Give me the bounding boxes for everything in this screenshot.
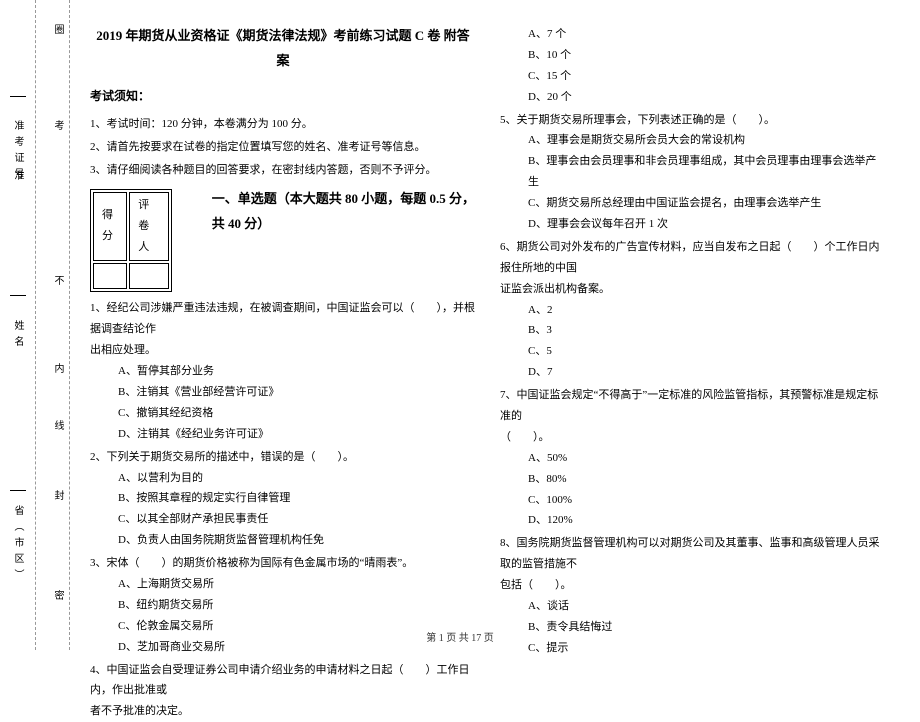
option-b: B、注销其《营业部经营许可证》 bbox=[90, 382, 476, 403]
question-2: 2、下列关于期货交易所的描述中，错误的是（ ）。 A、以营利为目的 B、按照其章… bbox=[90, 447, 476, 551]
question-stem: 证监会派出机构备案。 bbox=[500, 279, 886, 300]
page-body: 2019 年期货从业资格证《期货法律法规》考前练习试题 C 卷 附答案 考试须知… bbox=[80, 0, 920, 650]
option-b: B、理事会由会员理事和非会员理事组成，其中会员理事由理事会选举产生 bbox=[500, 151, 886, 193]
question-4: 4、中国证监会自受理证券公司申请介绍业务的申请材料之日起（ ）工作日内，作出批准… bbox=[90, 660, 476, 722]
score-section-row: 得分 评卷人 一、单选题（本大题共 80 小题，每题 0.5 分，共 40 分） bbox=[90, 183, 476, 297]
grader-cell-blank bbox=[129, 263, 168, 290]
sidebar-char-mi: 密 bbox=[50, 590, 65, 606]
question-stem: （ ）。 bbox=[500, 427, 886, 448]
option-c: C、期货交易所总经理由中国证监会提名，由理事会选举产生 bbox=[500, 193, 886, 214]
left-column: 2019 年期货从业资格证《期货法律法规》考前练习试题 C 卷 附答案 考试须知… bbox=[80, 0, 490, 650]
option-c: C、5 bbox=[500, 341, 886, 362]
score-cell-blank bbox=[93, 263, 127, 290]
option-a: A、暂停其部分业务 bbox=[90, 361, 476, 382]
sidebar-char-circle: 圈 bbox=[50, 24, 65, 40]
sidebar-blank-line bbox=[10, 96, 26, 97]
question-stem: 8、国务院期货监督管理机构可以对期货公司及其董事、监事和高级管理人员采取的监管措… bbox=[500, 533, 886, 575]
grader-cell-label: 评卷人 bbox=[129, 192, 168, 261]
notice-line: 2、请首先按要求在试卷的指定位置填写您的姓名、准考证号等信息。 bbox=[90, 137, 476, 158]
binding-fold-line bbox=[35, 0, 36, 650]
option-a: A、上海期货交易所 bbox=[90, 574, 476, 595]
score-table: 得分 评卷人 bbox=[90, 189, 172, 293]
question-stem: 4、中国证监会自受理证券公司申请介绍业务的申请材料之日起（ ）工作日内，作出批准… bbox=[90, 660, 476, 702]
option-c: C、100% bbox=[500, 490, 886, 511]
sidebar-blank-line bbox=[10, 490, 26, 491]
option-d: D、理事会会议每年召开 1 次 bbox=[500, 214, 886, 235]
notice-line: 1、考试时间：120 分钟，本卷满分为 100 分。 bbox=[90, 114, 476, 135]
option-d: D、120% bbox=[500, 510, 886, 531]
sidebar-blank-line bbox=[10, 295, 26, 296]
sidebar-char-kao: 考 bbox=[50, 120, 65, 136]
question-1: 1、经纪公司涉嫌严重违法违规，在被调查期间，中国证监会可以（ ），并根据调查结论… bbox=[90, 298, 476, 444]
sidebar-province-label: 省（市区） bbox=[10, 505, 25, 585]
sidebar-char-zhun: 准 bbox=[10, 170, 25, 186]
sidebar-char-nei: 内 bbox=[50, 363, 65, 379]
question-stem: 包括（ ）。 bbox=[500, 575, 886, 596]
notice-line: 3、请仔细阅读各种题目的回答要求，在密封线内答题，否则不予评分。 bbox=[90, 160, 476, 181]
sidebar-name-label: 姓名 bbox=[10, 320, 25, 352]
option-a: A、谈话 bbox=[500, 596, 886, 617]
binding-sidebar: 圈 准考证号 考 准 不 姓名 内 线 封 省（市区） 密 bbox=[0, 0, 70, 650]
option-b: B、10 个 bbox=[500, 45, 886, 66]
sidebar-char-feng: 封 bbox=[50, 490, 65, 506]
option-d: D、20 个 bbox=[500, 87, 886, 108]
question-5: 5、关于期货交易所理事会，下列表述正确的是（ ）。 A、理事会是期货交易所会员大… bbox=[500, 110, 886, 235]
question-6: 6、期货公司对外发布的广告宣传材料，应当自发布之日起（ ）个工作日内报住所地的中… bbox=[500, 237, 886, 383]
score-cell-label: 得分 bbox=[93, 192, 127, 261]
option-c: C、撤销其经纪资格 bbox=[90, 403, 476, 424]
option-c: C、15 个 bbox=[500, 66, 886, 87]
question-7: 7、中国证监会规定“不得高于”一定标准的风险监管指标，其预警标准是规定标准的 （… bbox=[500, 385, 886, 531]
option-a: A、7 个 bbox=[500, 24, 886, 45]
question-stem: 5、关于期货交易所理事会，下列表述正确的是（ ）。 bbox=[500, 110, 886, 131]
option-d: D、7 bbox=[500, 362, 886, 383]
option-b: B、3 bbox=[500, 320, 886, 341]
option-a: A、理事会是期货交易所会员大会的常设机构 bbox=[500, 130, 886, 151]
question-stem: 出相应处理。 bbox=[90, 340, 476, 361]
option-d: D、负责人由国务院期货监督管理机构任免 bbox=[90, 530, 476, 551]
option-b: B、纽约期货交易所 bbox=[90, 595, 476, 616]
question-stem: 6、期货公司对外发布的广告宣传材料，应当自发布之日起（ ）个工作日内报住所地的中… bbox=[500, 237, 886, 279]
right-column: A、7 个 B、10 个 C、15 个 D、20 个 5、关于期货交易所理事会，… bbox=[490, 0, 900, 650]
exam-title: 2019 年期货从业资格证《期货法律法规》考前练习试题 C 卷 附答案 bbox=[90, 24, 476, 73]
section-1-title: 一、单选题（本大题共 80 小题，每题 0.5 分，共 40 分） bbox=[212, 183, 476, 236]
page-footer: 第 1 页 共 17 页 bbox=[0, 629, 920, 644]
sidebar-char-bu: 不 bbox=[50, 275, 65, 291]
option-a: A、2 bbox=[500, 300, 886, 321]
option-b: B、80% bbox=[500, 469, 886, 490]
option-d: D、注销其《经纪业务许可证》 bbox=[90, 424, 476, 445]
question-stem: 1、经纪公司涉嫌严重违法违规，在被调查期间，中国证监会可以（ ），并根据调查结论… bbox=[90, 298, 476, 340]
option-c: C、以其全部财产承担民事责任 bbox=[90, 509, 476, 530]
sidebar-char-xian: 线 bbox=[50, 420, 65, 436]
question-stem: 者不予批准的决定。 bbox=[90, 701, 476, 722]
option-a: A、50% bbox=[500, 448, 886, 469]
question-stem: 2、下列关于期货交易所的描述中，错误的是（ ）。 bbox=[90, 447, 476, 468]
notice-heading: 考试须知： bbox=[90, 85, 476, 108]
question-stem: 7、中国证监会规定“不得高于”一定标准的风险监管指标，其预警标准是规定标准的 bbox=[500, 385, 886, 427]
option-b: B、按照其章程的规定实行自律管理 bbox=[90, 488, 476, 509]
option-a: A、以营利为目的 bbox=[90, 468, 476, 489]
question-stem: 3、宋体（ ）的期货价格被称为国际有色金属市场的“晴雨表”。 bbox=[90, 553, 476, 574]
